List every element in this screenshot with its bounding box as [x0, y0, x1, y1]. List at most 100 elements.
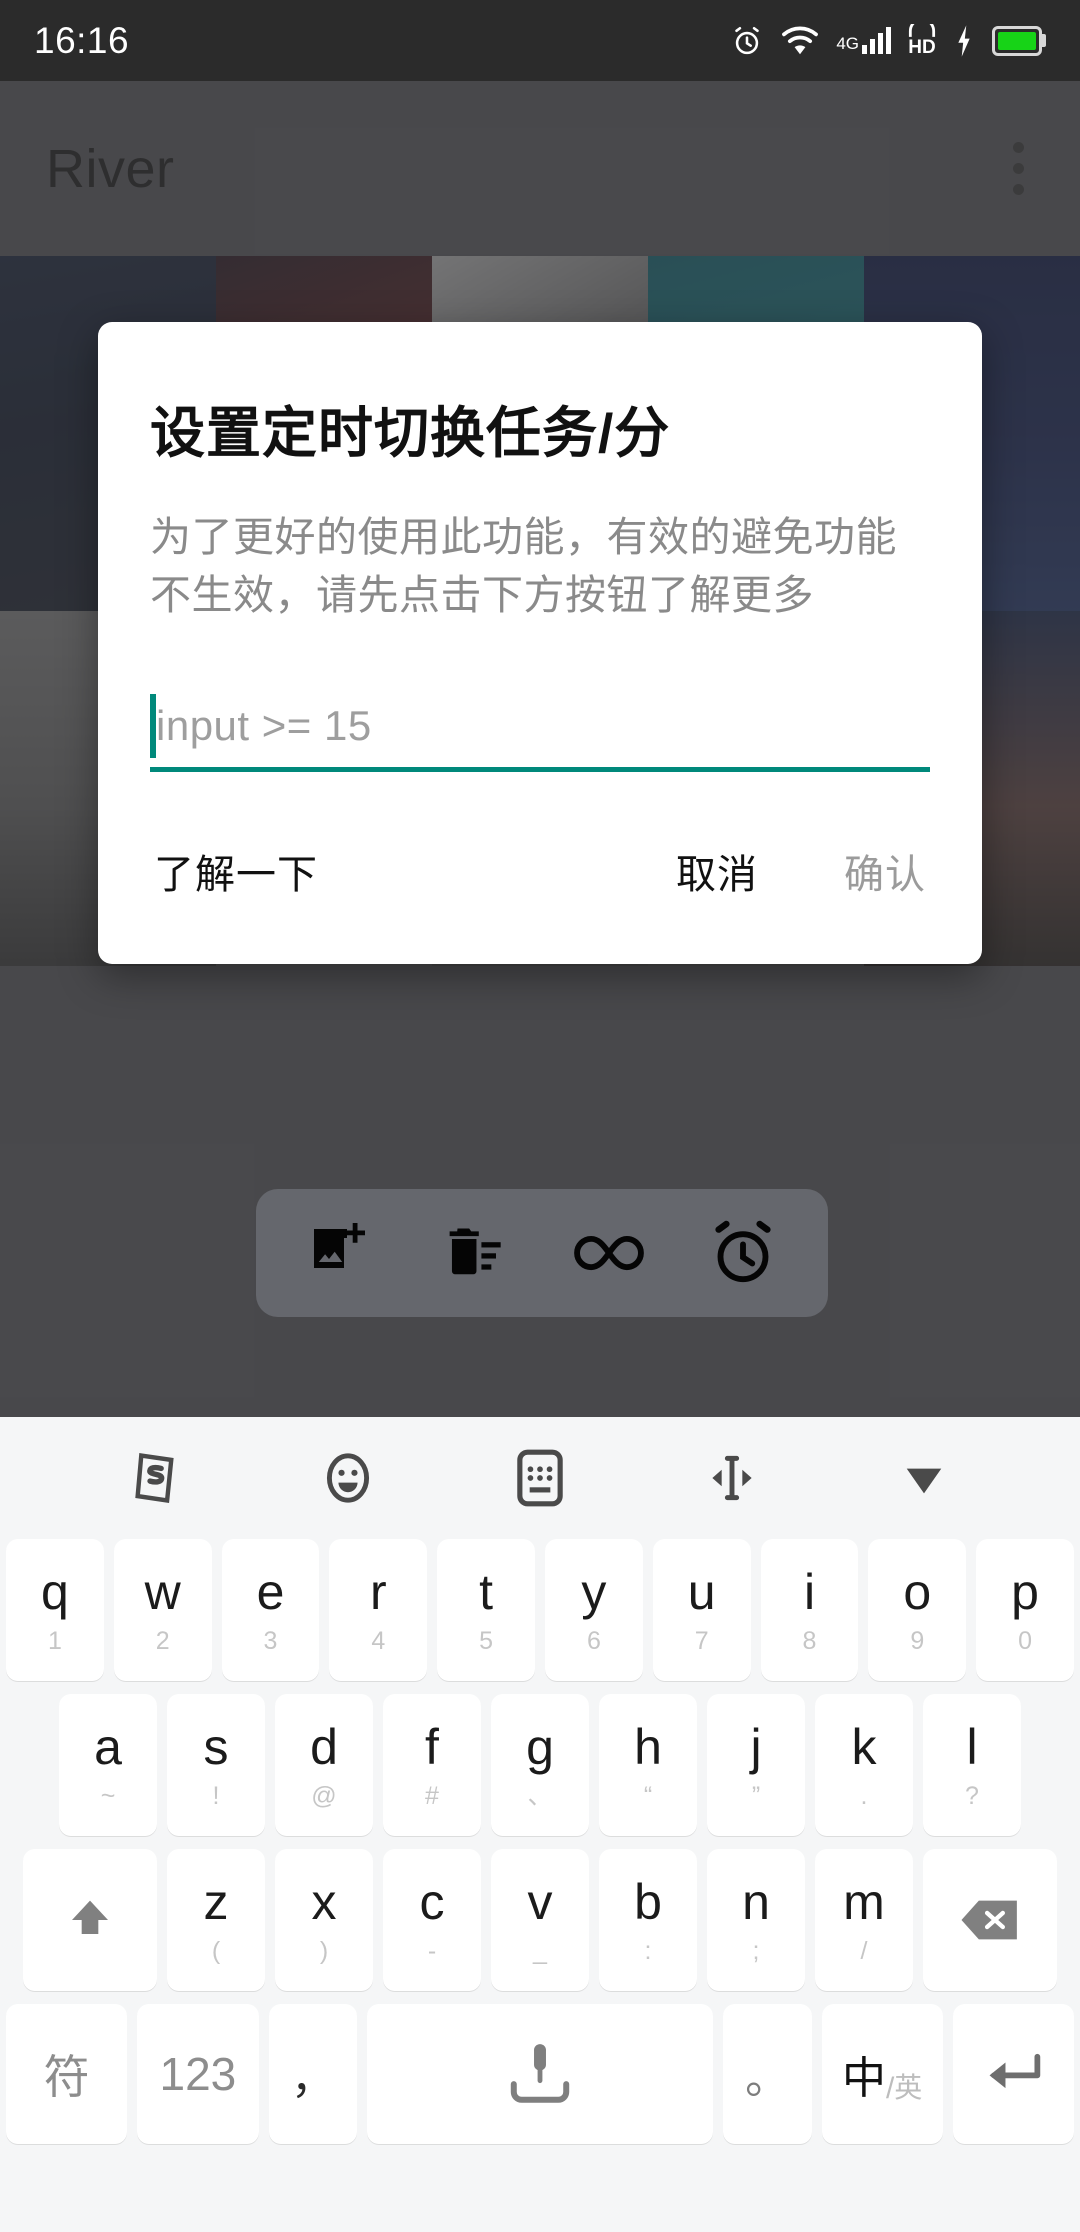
- bottom-action-toolbar: [256, 1189, 828, 1317]
- key-d[interactable]: d @: [275, 1694, 373, 1836]
- key-sub-label: :: [644, 1936, 652, 1965]
- alarm-icon: [735, 26, 760, 54]
- key-n[interactable]: n;: [707, 1849, 805, 1991]
- add-photo-icon: [314, 1223, 365, 1268]
- key-p[interactable]: p0: [976, 1539, 1074, 1681]
- key-main-label: h: [634, 1718, 662, 1775]
- key-main-label: c: [419, 1873, 445, 1930]
- status-bar: 16:16 4G HD: [0, 0, 1080, 81]
- infinity-loop-button[interactable]: [561, 1205, 657, 1301]
- key-j[interactable]: j”: [707, 1694, 805, 1836]
- delete-sweep-button[interactable]: [427, 1205, 523, 1301]
- network-type-label: 4G: [836, 34, 859, 53]
- language-en-label: 英: [894, 2072, 923, 2103]
- charging-bolt-icon: [958, 24, 970, 57]
- key-g[interactable]: g、: [491, 1694, 589, 1836]
- key-main-label: z: [203, 1873, 229, 1930]
- emoji-icon[interactable]: [303, 1433, 393, 1523]
- key-k[interactable]: k.: [815, 1694, 913, 1836]
- key-sub-label: _: [533, 1936, 547, 1965]
- key-main-label: v: [527, 1873, 553, 1930]
- key-l[interactable]: l?: [923, 1694, 1021, 1836]
- key-i[interactable]: i8: [760, 1539, 859, 1681]
- status-icons: 4G HD: [730, 24, 1046, 58]
- key-c[interactable]: c-: [383, 1849, 481, 1991]
- input-underline: [150, 767, 930, 773]
- shift-key[interactable]: [23, 1849, 157, 1991]
- key-sub-label: (: [211, 1936, 221, 1965]
- key-r[interactable]: r4: [329, 1539, 428, 1681]
- key-sub-label: ?: [965, 1781, 979, 1810]
- key-sub-label: ~: [100, 1781, 116, 1810]
- key-main-label: r: [369, 1563, 387, 1620]
- key-main-label: k: [851, 1718, 877, 1775]
- collapse-keyboard-icon[interactable]: [879, 1433, 969, 1523]
- cursor-move-icon[interactable]: [687, 1433, 777, 1523]
- key-sub-label: #: [425, 1781, 439, 1810]
- key-sub-label: 1: [47, 1626, 62, 1655]
- key-z[interactable]: z(: [167, 1849, 265, 1991]
- key-main-label: o: [903, 1563, 932, 1620]
- key-t[interactable]: t5: [437, 1539, 535, 1681]
- key-m[interactable]: m /: [815, 1849, 913, 1991]
- enter-icon: [989, 2053, 1041, 2089]
- sogou-logo-icon[interactable]: [111, 1433, 201, 1523]
- key-sub-label: ;: [752, 1936, 760, 1965]
- battery-icon: [992, 25, 1046, 56]
- interval-input[interactable]: [150, 688, 930, 765]
- language-toggle-key[interactable]: 中 / 英: [821, 2004, 943, 2144]
- comma-key-label: ，: [290, 2054, 335, 2103]
- key-v[interactable]: v _: [491, 1849, 589, 1991]
- keyboard-row-2: a ~ s! d @ f # g、 h “j” k. l?: [0, 1694, 1080, 1836]
- key-h[interactable]: h “: [599, 1694, 697, 1836]
- key-f[interactable]: f #: [383, 1694, 481, 1836]
- enter-key[interactable]: [952, 2004, 1074, 2144]
- symbols-key[interactable]: 符: [6, 2004, 128, 2144]
- key-b[interactable]: b:: [599, 1849, 697, 1991]
- key-q[interactable]: q1: [6, 1539, 104, 1681]
- key-y[interactable]: y6: [545, 1539, 643, 1681]
- space-mic-icon: [510, 2044, 570, 2103]
- key-sub-label: 0: [1018, 1626, 1033, 1655]
- period-key[interactable]: 。: [722, 2004, 812, 2144]
- key-main-label: l: [966, 1718, 978, 1775]
- key-main-label: g: [526, 1718, 554, 1775]
- text-cursor: [150, 694, 156, 759]
- key-main-label: n: [742, 1873, 770, 1930]
- keyboard-settings-icon[interactable]: [495, 1433, 585, 1523]
- key-main-label: f: [425, 1718, 439, 1775]
- backspace-key[interactable]: [923, 1849, 1057, 1991]
- key-sub-label: 5: [479, 1626, 494, 1655]
- sogou-keyboard: q1w2e3r4t5y6u7i8o9p0 a ~ s! d @ f # g、 h “j” k. l? …: [0, 1417, 1080, 2232]
- key-main-label: s: [203, 1718, 229, 1775]
- key-sub-label: !: [212, 1781, 220, 1810]
- key-x[interactable]: x): [275, 1849, 373, 1991]
- dialog-input-wrapper: [150, 688, 930, 780]
- key-main-label: d: [310, 1718, 338, 1775]
- key-a[interactable]: a ~: [59, 1694, 157, 1836]
- key-s[interactable]: s!: [167, 1694, 265, 1836]
- key-e[interactable]: e3: [221, 1539, 320, 1681]
- add-photo-button[interactable]: [293, 1205, 389, 1301]
- keyboard-row-4: 符 123 ， 。 中 / 英: [0, 2004, 1080, 2144]
- shift-icon: [72, 1900, 108, 1934]
- key-u[interactable]: u7: [652, 1539, 751, 1681]
- alarm-clock-button[interactable]: [695, 1205, 791, 1301]
- key-main-label: m: [843, 1873, 885, 1930]
- signal-4g-icon: 4G: [836, 27, 891, 54]
- key-sub-label: 8: [802, 1626, 817, 1655]
- key-main-label: a: [94, 1718, 122, 1775]
- key-sub-label: ): [319, 1936, 329, 1965]
- comma-key[interactable]: ，: [268, 2004, 358, 2144]
- numbers-key[interactable]: 123: [137, 2004, 259, 2144]
- key-sub-label: 、: [527, 1781, 553, 1810]
- key-sub-label: @: [311, 1781, 337, 1810]
- key-sub-label: “: [643, 1781, 653, 1810]
- space-key[interactable]: [367, 2004, 713, 2144]
- confirm-button[interactable]: 确认: [840, 832, 930, 910]
- learn-more-button[interactable]: 了解一下: [150, 832, 322, 910]
- cancel-button[interactable]: 取消: [672, 832, 762, 910]
- key-w[interactable]: w2: [113, 1539, 212, 1681]
- key-main-label: q: [41, 1563, 69, 1620]
- key-o[interactable]: o9: [868, 1539, 967, 1681]
